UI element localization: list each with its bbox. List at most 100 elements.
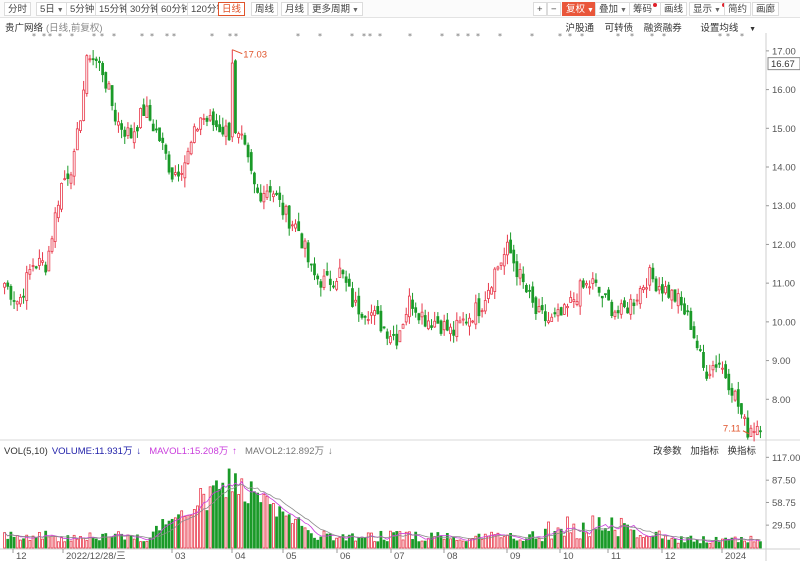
volume-bar <box>392 532 395 549</box>
candle-body <box>604 293 607 296</box>
volume-bar <box>227 468 231 549</box>
candle-body <box>430 325 433 328</box>
price-tick-label: 16.00 <box>772 85 796 96</box>
candle-body <box>417 313 421 321</box>
candle-body <box>449 326 452 335</box>
chips-button-label: 筹码 <box>633 4 653 15</box>
add-indicator-button[interactable]: 加指标 <box>690 446 719 457</box>
candle-body <box>499 262 503 266</box>
candle-body <box>297 221 301 232</box>
volume-bar <box>6 538 10 549</box>
switch-indicator-button[interactable]: 换指标 <box>727 446 756 457</box>
chips-button[interactable]: 筹码 <box>629 2 662 16</box>
candle-body <box>439 320 443 334</box>
candle-body <box>534 297 538 315</box>
period-tab-10[interactable]: 更多周期 ▼ <box>308 2 363 16</box>
candle-body <box>338 267 342 278</box>
zoom-out-button[interactable]: − <box>547 2 561 16</box>
candle-body <box>509 239 512 254</box>
draw-line-button[interactable]: 画线 <box>660 2 688 16</box>
volume-bar <box>104 533 108 549</box>
volume-bar <box>126 534 130 549</box>
volume-bar <box>205 510 209 549</box>
price-tick-label: 12.00 <box>772 240 796 251</box>
volume-bar <box>550 538 554 549</box>
candle-body <box>385 331 389 339</box>
fuquan-button[interactable]: 复权 ▼ <box>562 2 598 16</box>
gallery-button[interactable]: 画廊 <box>752 2 780 16</box>
candle-body <box>136 127 139 132</box>
volume-bar <box>588 536 592 549</box>
volume-bar <box>382 539 386 549</box>
candle-body <box>192 126 196 143</box>
volume-bar <box>142 541 146 549</box>
volume-bar <box>708 542 712 549</box>
candle-body <box>227 122 231 141</box>
candle-body <box>525 285 528 293</box>
period-tab-0[interactable]: 分时 <box>4 2 32 16</box>
overlay-button[interactable]: 叠加 ▼ <box>595 2 631 16</box>
candle-body <box>556 309 560 317</box>
candle-body <box>332 285 335 288</box>
volume-bar <box>461 540 465 549</box>
period-tab-8[interactable]: 周线 <box>251 2 279 16</box>
candle-body <box>69 174 73 184</box>
volume-bar <box>629 529 633 549</box>
period-tab-7[interactable]: 日线 <box>218 2 246 16</box>
volume-bar <box>287 514 291 549</box>
volume-bar <box>502 536 506 549</box>
period-tab-1[interactable]: 5日 ▼ <box>36 2 68 16</box>
chart-canvas[interactable]: 8.00 9.00 10.00 11.00 12.00 13.00 14.00 15.00 16… <box>0 33 800 561</box>
candle-body <box>540 305 544 311</box>
candle-body <box>518 269 522 279</box>
period-tab-9[interactable]: 月线 <box>281 2 309 16</box>
candle-body <box>670 289 674 301</box>
volume-bar <box>755 539 759 549</box>
candle-body <box>736 389 740 407</box>
volume-bar <box>246 503 250 549</box>
edit-params-button[interactable]: 改参数 <box>653 446 682 457</box>
candle-body <box>664 286 667 294</box>
candle-body <box>610 301 614 317</box>
candle-body <box>528 289 531 292</box>
candle-body <box>676 293 680 307</box>
simple-button[interactable]: 简约 <box>724 2 752 16</box>
candle-body <box>382 326 386 329</box>
zoom-in-button[interactable]: + <box>533 2 547 16</box>
period-tab-label: 分时 <box>8 4 28 15</box>
candle-body <box>398 330 402 343</box>
candle-body <box>569 297 573 303</box>
candle-body <box>205 117 209 122</box>
stock-title: 贵广网络 (日线,前复权) <box>5 20 102 34</box>
event-marker-icon: * <box>498 33 502 41</box>
volume-bar <box>344 540 348 549</box>
period-tab-2[interactable]: 5分钟 <box>66 2 99 16</box>
candle-body <box>19 296 22 305</box>
candle-body <box>319 281 323 288</box>
candle-body <box>673 289 677 302</box>
candle-body <box>31 265 35 267</box>
candle-body <box>120 123 123 130</box>
volume-bar <box>553 531 557 549</box>
candle-body <box>91 58 95 61</box>
volume-bar <box>395 531 399 549</box>
event-marker-icon: * <box>228 33 232 41</box>
volume-bar <box>642 537 645 549</box>
candle-body <box>711 364 715 371</box>
volume-bar <box>528 534 531 549</box>
candle-body <box>186 150 190 164</box>
candle-body <box>642 286 645 291</box>
candle-body <box>581 280 585 288</box>
volume-bar <box>695 539 699 549</box>
chevron-down-icon: ▼ <box>620 7 627 14</box>
display-button-label: 显示 <box>693 4 713 15</box>
volume-bar <box>230 491 234 549</box>
candle-body <box>300 233 304 249</box>
volume-bar <box>243 501 247 549</box>
candle-body <box>408 295 411 318</box>
period-tab-label: 月线 <box>285 4 305 15</box>
candle-body <box>262 193 266 203</box>
volume-bar <box>452 537 456 549</box>
candle-body <box>600 295 604 299</box>
candle-body <box>667 284 671 298</box>
